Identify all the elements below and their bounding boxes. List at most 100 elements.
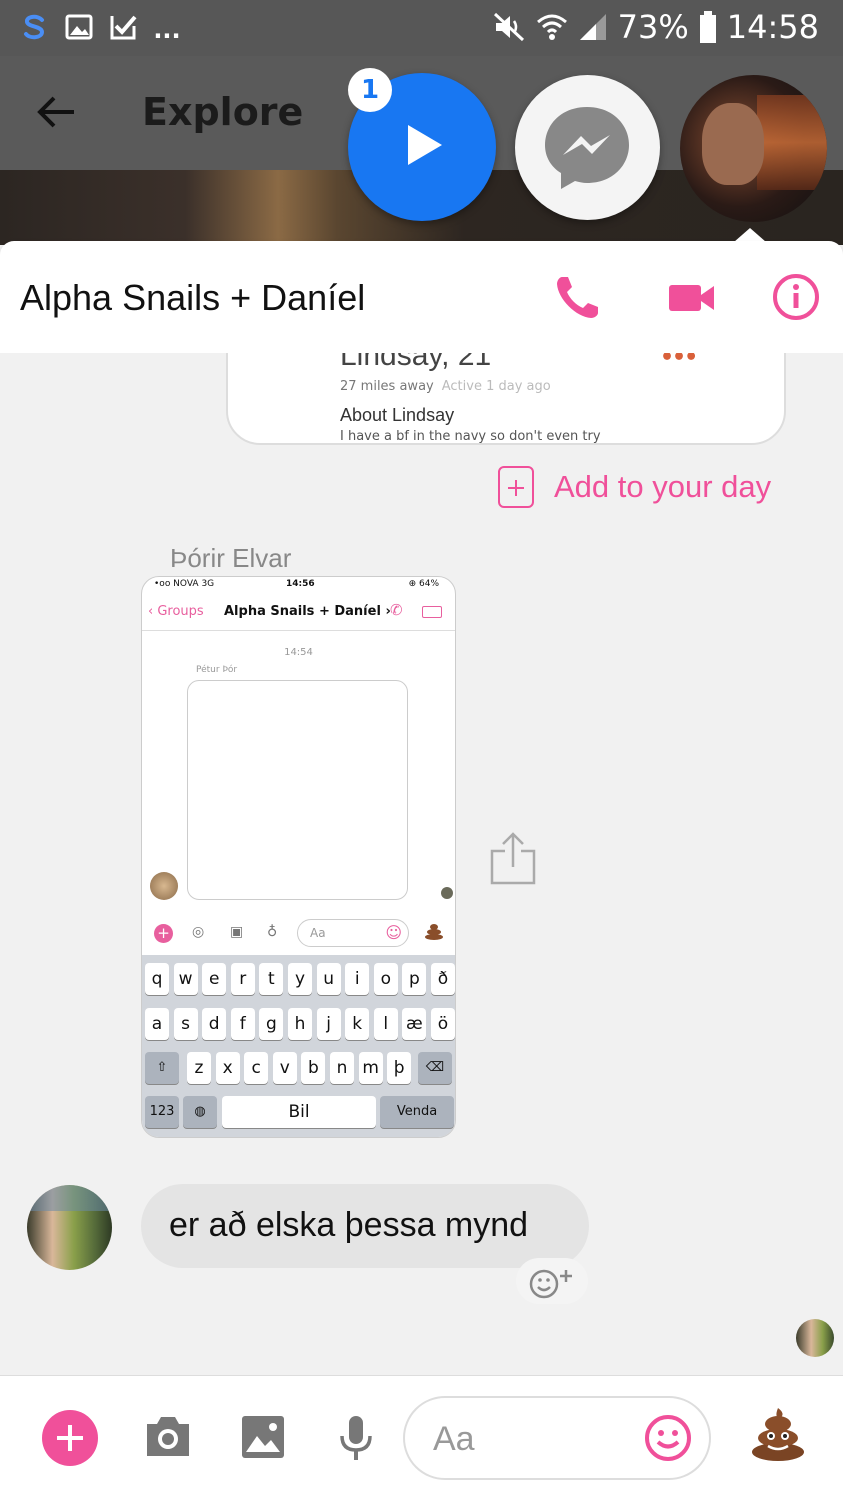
screenshot-sender: Pétur Þór bbox=[196, 665, 238, 675]
keyboard-key: i bbox=[345, 963, 370, 995]
screenshot-plus-icon: + bbox=[154, 924, 173, 943]
info-icon[interactable] bbox=[770, 271, 822, 323]
video-call-icon[interactable] bbox=[666, 271, 718, 323]
keyboard-key: b bbox=[301, 1052, 326, 1084]
keyboard-shift-key: ⇧ bbox=[145, 1052, 179, 1084]
clock: 14:58 bbox=[726, 8, 819, 46]
screenshot-nav: ‹ Groups Alpha Snails + Daníel › ✆ bbox=[142, 593, 455, 631]
screenshot-mic-icon: ♁ bbox=[267, 924, 278, 940]
message-thread[interactable]: Lindsay, 21 ••• 27 miles away Active 1 da… bbox=[0, 353, 843, 1375]
screenshot-title: Alpha Snails + Daníel › bbox=[224, 604, 391, 619]
keyboard-key: r bbox=[230, 963, 255, 995]
card-more-dots: ••• bbox=[660, 353, 698, 370]
more-actions-button[interactable] bbox=[42, 1410, 98, 1466]
avatar[interactable] bbox=[27, 1185, 112, 1270]
share-icon[interactable] bbox=[490, 831, 536, 885]
signal-icon bbox=[579, 14, 606, 40]
screenshot-carrier: •oo NOVA 3G bbox=[154, 579, 215, 589]
keyboard-key: o bbox=[373, 963, 398, 995]
conversation-header: Alpha Snails + Daníel bbox=[0, 241, 843, 353]
screenshot-composer: + ◎ ▣ ♁ Aa ☺ bbox=[142, 915, 455, 951]
screenshot-keyboard: q w e r t y u i o p ð a s d f g h j k l æ ö ⇧ z x c v b n m þ ⌫ 123 ◍ Bil V… bbox=[142, 955, 455, 1137]
screenshot-time: 14:56 bbox=[286, 579, 315, 589]
keyboard-key: u bbox=[316, 963, 341, 995]
keyboard-key: d bbox=[202, 1008, 227, 1040]
screenshot-image-icon: ▣ bbox=[230, 924, 244, 940]
s-app-icon bbox=[20, 12, 50, 42]
keyboard-key: w bbox=[173, 963, 198, 995]
message-input[interactable]: Aa bbox=[403, 1396, 711, 1480]
checklist-icon bbox=[108, 12, 138, 42]
message-bubble[interactable]: er að elska þessa mynd bbox=[141, 1184, 589, 1268]
screenshot-phone-icon: ✆ bbox=[390, 601, 403, 619]
card-profile-name: Lindsay, 21 bbox=[340, 353, 492, 372]
wifi-icon bbox=[536, 14, 567, 40]
reaction-smile-plus-icon bbox=[529, 1269, 572, 1299]
add-to-day-button[interactable]: Add to your day bbox=[498, 466, 771, 508]
screenshot-seen-avatar bbox=[441, 887, 453, 899]
chat-head-pointer bbox=[734, 228, 766, 242]
keyboard-key: c bbox=[244, 1052, 269, 1084]
microphone-icon[interactable] bbox=[336, 1414, 376, 1462]
keyboard-key: y bbox=[288, 963, 312, 995]
screenshot-status-bar: •oo NOVA 3G 14:56 ⊕ 64% bbox=[142, 577, 455, 591]
screenshot-avatar bbox=[150, 872, 178, 900]
notification-badge: 1 bbox=[348, 68, 392, 112]
screenshot-video-icon bbox=[422, 606, 442, 618]
composer-bar: Aa bbox=[0, 1375, 843, 1498]
screenshot-camera-icon: ◎ bbox=[192, 924, 205, 940]
battery-icon bbox=[699, 11, 716, 43]
screenshot-emoji-icon: ☺ bbox=[385, 923, 402, 942]
status-bar: ... 73% 14:58 bbox=[0, 0, 843, 56]
card-bio: I have a bf in the navy so don't even tr… bbox=[340, 429, 601, 444]
screenshot-back-label: Groups bbox=[157, 604, 204, 619]
camera-icon[interactable] bbox=[143, 1414, 193, 1460]
keyboard-key: a bbox=[145, 1008, 169, 1040]
screenshot-battery: ⊕ 64% bbox=[408, 579, 439, 589]
shared-screenshot[interactable]: •oo NOVA 3G 14:56 ⊕ 64% ‹ Groups Alpha S… bbox=[141, 576, 456, 1138]
add-to-day-label: Add to your day bbox=[554, 469, 772, 504]
messenger-icon bbox=[545, 107, 629, 189]
keyboard-key: l bbox=[373, 1008, 398, 1040]
keyboard-key: q bbox=[145, 963, 169, 995]
keyboard-space-key: Bil bbox=[222, 1096, 376, 1128]
screenshot-timestamp: 14:54 bbox=[284, 647, 313, 658]
keyboard-key: e bbox=[202, 963, 227, 995]
screenshot-blank-image bbox=[187, 680, 408, 900]
keyboard-key: z bbox=[187, 1052, 211, 1084]
screenshot-back: ‹ Groups bbox=[148, 604, 204, 619]
battery-percent: 73% bbox=[617, 8, 689, 46]
keyboard-send-key: Venda bbox=[380, 1096, 454, 1128]
card-about-title: About Lindsay bbox=[340, 405, 455, 425]
phone-call-icon[interactable] bbox=[552, 271, 604, 323]
poo-emoji-icon[interactable] bbox=[750, 1406, 806, 1462]
keyboard-key: x bbox=[215, 1052, 240, 1084]
conversation-title[interactable]: Alpha Snails + Daníel bbox=[20, 277, 365, 319]
keyboard-key: t bbox=[259, 963, 284, 995]
add-reaction-button[interactable] bbox=[516, 1258, 588, 1304]
screenshot-input: Aa ☺ bbox=[297, 919, 409, 947]
keyboard-key: g bbox=[259, 1008, 284, 1040]
keyboard-key: k bbox=[345, 1008, 370, 1040]
messenger-chat-head[interactable] bbox=[515, 75, 660, 220]
keyboard-key: þ bbox=[387, 1052, 412, 1084]
keyboard-key: s bbox=[173, 1008, 198, 1040]
emoji-icon[interactable] bbox=[643, 1413, 693, 1463]
message-text: er að elska þessa mynd bbox=[169, 1206, 529, 1244]
keyboard-key: j bbox=[316, 1008, 341, 1040]
screenshot-title-text: Alpha Snails + Daníel bbox=[224, 604, 381, 619]
user-chat-head[interactable] bbox=[680, 75, 827, 222]
screenshot-poo-icon bbox=[425, 924, 443, 940]
keyboard-key: v bbox=[272, 1052, 297, 1084]
gallery-icon[interactable] bbox=[240, 1414, 286, 1460]
screenshot-input-placeholder: Aa bbox=[310, 926, 326, 940]
shared-image-profile-card[interactable]: Lindsay, 21 ••• 27 miles away Active 1 da… bbox=[226, 353, 786, 445]
keyboard-key: ð bbox=[431, 963, 455, 995]
keyboard-globe-key: ◍ bbox=[183, 1096, 217, 1128]
mute-icon bbox=[493, 12, 524, 42]
sender-name: Þórir Elvar bbox=[170, 543, 292, 573]
keyboard-key: h bbox=[288, 1008, 312, 1040]
keyboard-key: m bbox=[358, 1052, 383, 1084]
play-icon bbox=[408, 125, 442, 165]
back-arrow-icon[interactable] bbox=[34, 90, 78, 134]
